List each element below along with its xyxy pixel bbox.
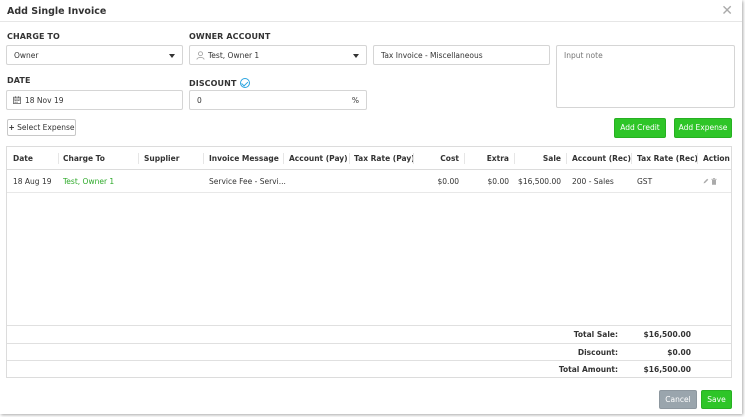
- date-value: 18 Nov 19: [25, 96, 64, 105]
- total-sale-value: $16,500.00: [643, 330, 691, 339]
- user-icon: [196, 51, 205, 60]
- invoice-type-field[interactable]: Tax Invoice - Miscellaneous: [373, 45, 550, 65]
- col-account-pay: Account (Pay): [289, 154, 348, 163]
- save-button[interactable]: Save: [701, 390, 732, 409]
- cancel-button[interactable]: Cancel: [659, 390, 697, 409]
- date-field[interactable]: 18 Nov 19: [6, 90, 183, 110]
- table-header: Date Charge To Supplier Invoice Message …: [7, 147, 731, 170]
- col-sale: Sale: [542, 154, 561, 163]
- col-action: Action: [703, 154, 730, 163]
- discount-suffix: %: [351, 96, 359, 105]
- check-circle-icon: [239, 78, 250, 88]
- cell-cost: $0.00: [437, 177, 459, 186]
- col-invoice-message: Invoice Message: [209, 154, 279, 163]
- cell-tax-rate-rec: GST: [637, 177, 653, 186]
- cell-date: 18 Aug 19: [13, 177, 52, 186]
- trash-icon[interactable]: [711, 178, 717, 185]
- col-date: Date: [13, 154, 33, 163]
- col-cost: Cost: [440, 154, 459, 163]
- discount-total-label: Discount:: [577, 348, 618, 357]
- total-sale-row: Total Sale: $16,500.00: [7, 325, 731, 342]
- col-tax-rate-rec: Tax Rate (Rec): [637, 154, 698, 163]
- col-account-rec: Account (Rec): [572, 154, 631, 163]
- pencil-icon[interactable]: [703, 178, 709, 184]
- discount-label: DISCOUNT: [189, 79, 237, 88]
- owner-account-select[interactable]: Test, Owner 1: [189, 45, 367, 65]
- invoice-type-value: Tax Invoice - Miscellaneous: [381, 51, 483, 60]
- add-credit-button[interactable]: Add Credit: [614, 118, 666, 138]
- cell-sale: $16,500.00: [518, 177, 561, 186]
- add-single-invoice-modal: Add Single Invoice ✕ CHARGE TO OWNER ACC…: [0, 0, 742, 414]
- select-expense-button[interactable]: + Select Expense: [7, 119, 76, 136]
- plus-icon: +: [8, 123, 15, 132]
- total-amount-label: Total Amount:: [558, 365, 618, 374]
- modal-title: Add Single Invoice: [7, 6, 107, 17]
- chevron-down-icon: [169, 54, 175, 58]
- note-input[interactable]: [556, 45, 735, 108]
- date-label: DATE: [7, 76, 31, 85]
- discount-total-value: $0.00: [667, 348, 691, 357]
- charge-to-value: Owner: [14, 51, 39, 60]
- modal-header: Add Single Invoice ✕: [0, 0, 742, 22]
- col-charge-to: Charge To: [63, 154, 105, 163]
- owner-account-value: Test, Owner 1: [208, 51, 260, 60]
- discount-label-wrap: DISCOUNT: [189, 76, 250, 88]
- total-amount-value: $16,500.00: [643, 365, 691, 374]
- discount-row: Discount: $0.00: [7, 343, 731, 360]
- charge-to-label: CHARGE TO: [7, 32, 60, 41]
- col-extra: Extra: [486, 154, 509, 163]
- total-sale-label: Total Sale:: [573, 330, 618, 339]
- select-expense-label: Select Expense: [17, 123, 75, 132]
- cell-extra: $0.00: [487, 177, 509, 186]
- cell-charge-to[interactable]: Test, Owner 1: [63, 177, 114, 186]
- add-expense-button[interactable]: Add Expense: [674, 118, 732, 138]
- col-supplier: Supplier: [144, 154, 180, 163]
- chevron-down-icon: [353, 54, 359, 58]
- close-icon[interactable]: ✕: [721, 3, 733, 19]
- discount-field[interactable]: 0 %: [189, 90, 367, 110]
- table-row[interactable]: 18 Aug 19 Test, Owner 1 Service Fee - Se…: [7, 170, 731, 193]
- owner-account-label: OWNER ACCOUNT: [189, 32, 271, 41]
- calendar-icon: [13, 96, 21, 104]
- cell-invoice-message: Service Fee - Servi...: [209, 177, 286, 186]
- discount-value: 0: [197, 96, 202, 105]
- col-tax-rate-pay: Tax Rate (Pay): [354, 154, 415, 163]
- cell-account-rec: 200 - Sales: [572, 177, 614, 186]
- total-amount-row: Total Amount: $16,500.00: [7, 360, 731, 377]
- expense-table: Date Charge To Supplier Invoice Message …: [6, 146, 732, 378]
- charge-to-select[interactable]: Owner: [6, 45, 183, 65]
